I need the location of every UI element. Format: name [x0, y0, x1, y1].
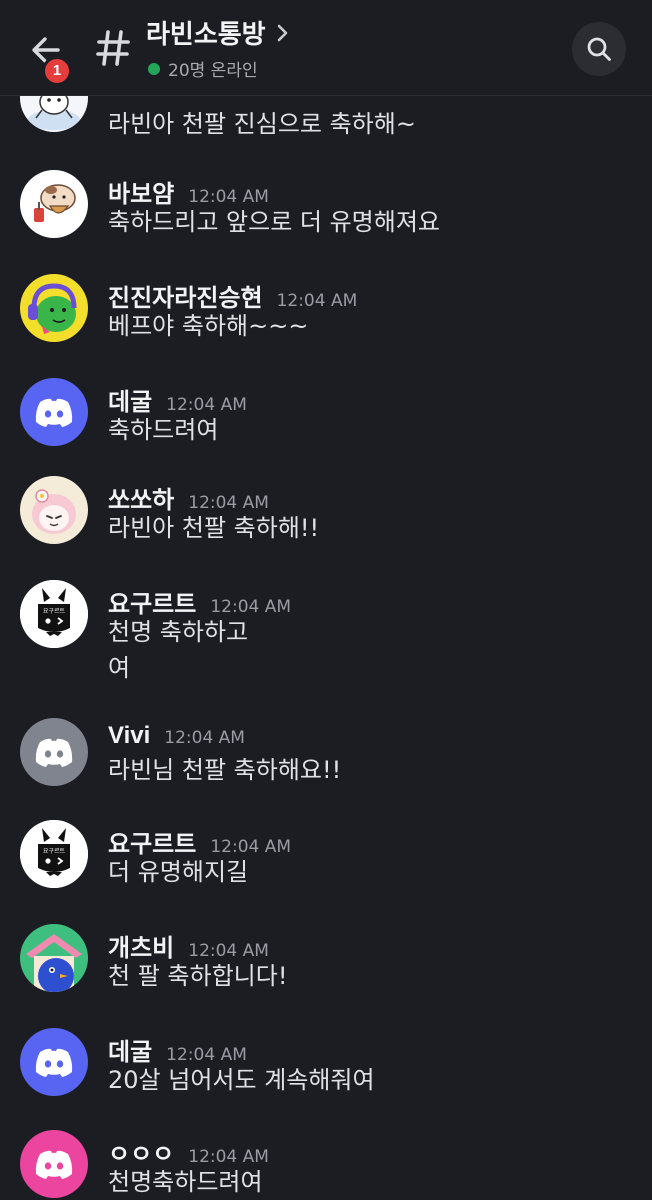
bunny-logo-text: 요구르트	[43, 608, 66, 615]
online-status: 20명 온라인	[148, 56, 258, 81]
message-text: 더 유명해지길	[108, 858, 249, 886]
chevron-right-icon	[277, 24, 287, 41]
online-dot-icon	[148, 62, 160, 75]
message-text: 천 팔 축하합니다!	[108, 962, 288, 990]
unread-badge: 1	[42, 56, 72, 86]
frog-headset-avatar[interactable]	[20, 274, 88, 342]
message-list[interactable]: 라빈아 천팔 진심으로 축하해~ 바보얌 12:04 AM 축하드리고 앞으로 …	[0, 96, 652, 1200]
chat-screen: 1 라빈소통방 20명 온라인 라빈아 천팔 진심으로 축하해~ 바보얌 12:…	[0, 0, 652, 1200]
back-button[interactable]: 1	[22, 26, 74, 86]
message-text: 천명축하드려여	[108, 1168, 263, 1196]
channel-header: 1 라빈소통방 20명 온라인	[0, 0, 652, 96]
channel-title[interactable]: 라빈소통방	[146, 14, 290, 51]
discord-logo-icon	[35, 1150, 73, 1179]
message-text: 라빈님 천팔 축하해요!!	[108, 756, 342, 784]
message-text: 축하드려여	[108, 416, 219, 444]
message-header: Vivi 12:04 AM	[108, 722, 245, 750]
online-count: 20명 온라인	[168, 61, 258, 81]
username[interactable]: Vivi	[108, 722, 150, 750]
discord-avatar[interactable]	[20, 378, 88, 446]
message-text: 라빈아 천팔 진심으로 축하해~	[108, 110, 416, 138]
search-button[interactable]	[572, 22, 626, 76]
timestamp: 12:04 AM	[164, 728, 245, 748]
bunny-logo-avatar[interactable]: 요구르트	[20, 580, 88, 648]
message-text: 라빈아 천팔 축하해!!	[108, 514, 320, 542]
bunny-logo-text: 요구르트	[43, 848, 66, 855]
discord-logo-icon	[35, 738, 73, 767]
hash-icon	[96, 30, 130, 66]
pink-bunny-avatar[interactable]	[20, 476, 88, 544]
discord-logo-icon	[35, 398, 73, 427]
discord-avatar[interactable]	[20, 1130, 88, 1198]
hamster-avatar[interactable]	[20, 170, 88, 238]
message-text: 축하드리고 앞으로 더 유명해져요	[108, 208, 441, 236]
message-text: 20살 넘어서도 계속해줘여	[108, 1066, 375, 1094]
message-text: 베프야 축하해~~~	[108, 312, 309, 340]
bunny-logo-avatar[interactable]: 요구르트	[20, 820, 88, 888]
discord-avatar[interactable]	[20, 1028, 88, 1096]
bird-house-avatar[interactable]	[20, 924, 88, 992]
search-icon	[587, 37, 611, 61]
discord-logo-icon	[35, 1048, 73, 1077]
sticker-avatar[interactable]	[20, 96, 88, 132]
message-text: 천명 축하하고 여	[108, 618, 249, 682]
channel-name: 라빈소통방	[146, 20, 266, 50]
discord-avatar[interactable]	[20, 718, 88, 786]
